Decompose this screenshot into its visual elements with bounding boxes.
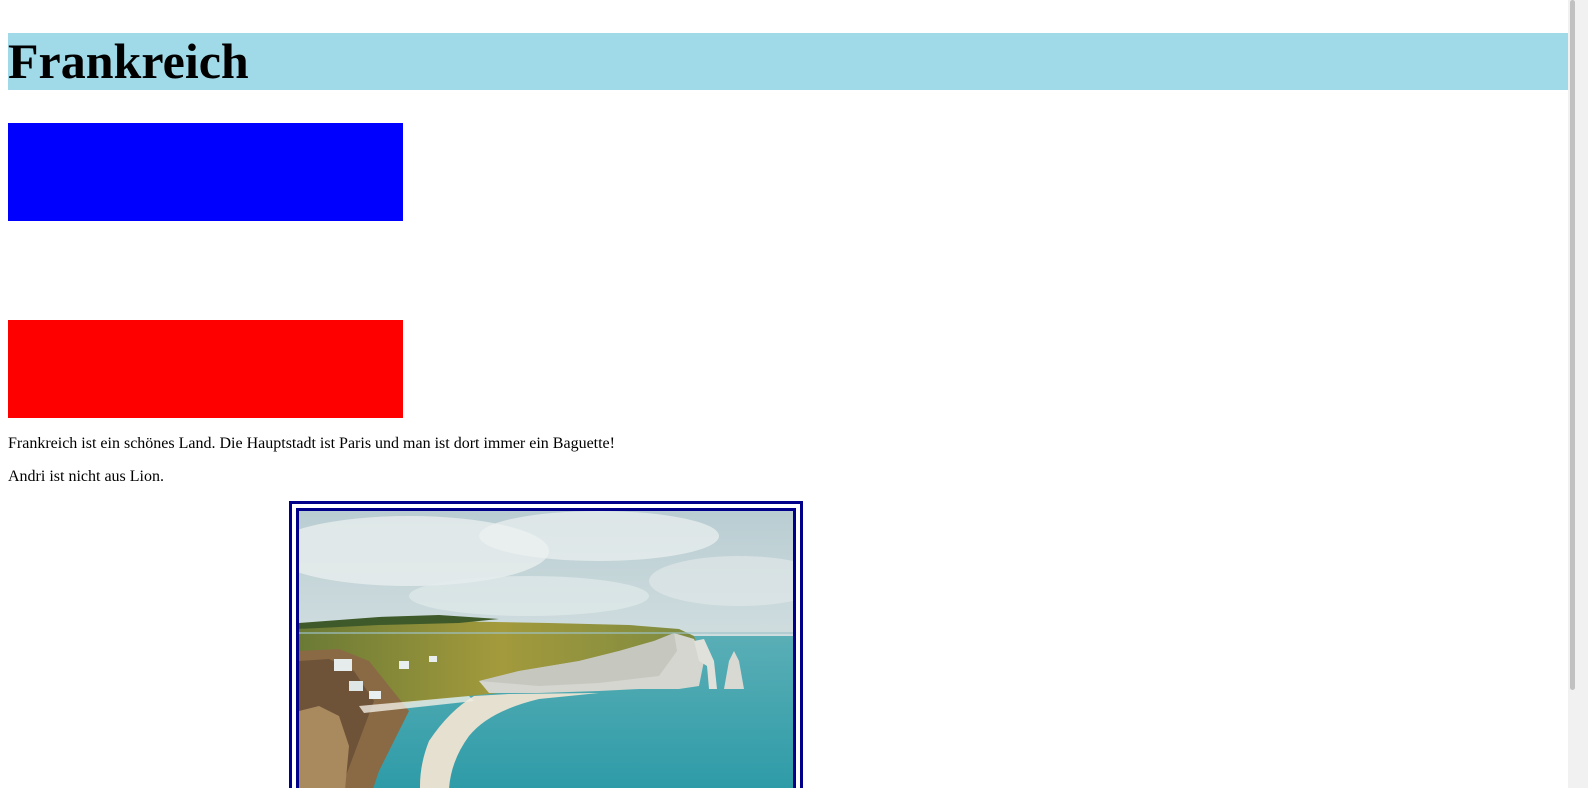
flag-stripe-red bbox=[8, 320, 403, 418]
paragraph-intro: Frankreich ist ein schönes Land. Die Hau… bbox=[8, 435, 615, 452]
heading-banner: Frankreich bbox=[8, 33, 1575, 90]
vertical-scrollbar[interactable] bbox=[1568, 0, 1588, 788]
image-frame bbox=[289, 501, 803, 788]
page-title: Frankreich bbox=[8, 33, 249, 89]
image-frame-inner bbox=[296, 508, 796, 788]
paragraph-andri: Andri ist nicht aus Lion. bbox=[8, 468, 164, 485]
page: Frankreich Frankreich ist ein schönes La… bbox=[0, 0, 1588, 788]
flag-stripe-blue bbox=[8, 123, 403, 221]
coast-photo bbox=[299, 511, 793, 788]
scrollbar-thumb[interactable] bbox=[1570, 0, 1575, 690]
flag-stripe-white bbox=[8, 221, 403, 319]
